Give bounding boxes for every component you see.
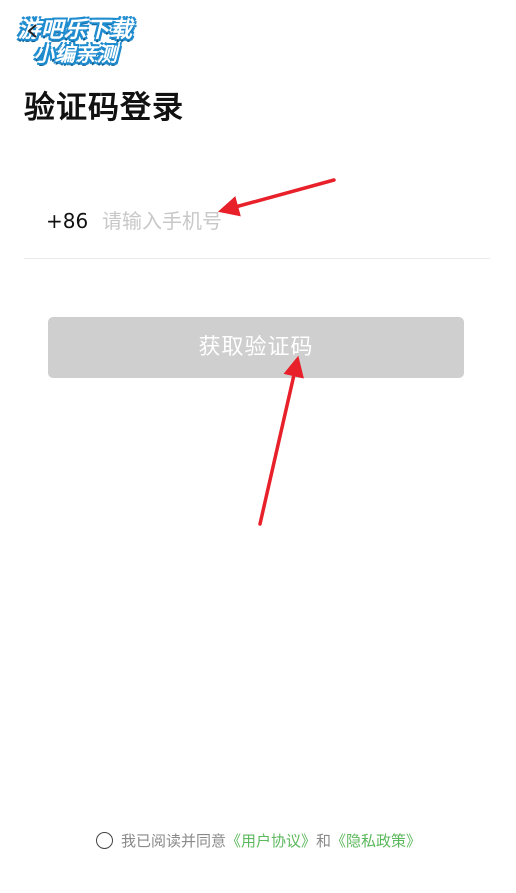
privacy-policy-link[interactable]: 《隐私政策》: [331, 830, 421, 851]
annotation-arrow-button: [258, 355, 304, 526]
agreement-prefix: 我已阅读并同意: [121, 831, 227, 850]
country-code[interactable]: +86: [46, 209, 88, 233]
watermark-logo: 游吧乐下载 小编亲测: [8, 12, 148, 68]
page-title: 验证码登录: [24, 90, 184, 126]
get-code-button[interactable]: 获取验证码: [48, 317, 464, 378]
user-agreement-link[interactable]: 《用户协议》: [226, 830, 316, 851]
annotation-overlay: [217, 178, 336, 526]
back-arrow-icon[interactable]: [26, 24, 40, 38]
watermark-line-2: 小编亲测: [34, 42, 118, 66]
agreement-row: 我已阅读并同意 《用户协议》 和 《隐私政策》: [96, 829, 421, 851]
phone-field-row: +86: [24, 190, 490, 259]
agreement-conjunction: 和: [316, 831, 332, 850]
phone-input[interactable]: [102, 204, 462, 238]
agree-checkbox[interactable]: [96, 831, 113, 849]
